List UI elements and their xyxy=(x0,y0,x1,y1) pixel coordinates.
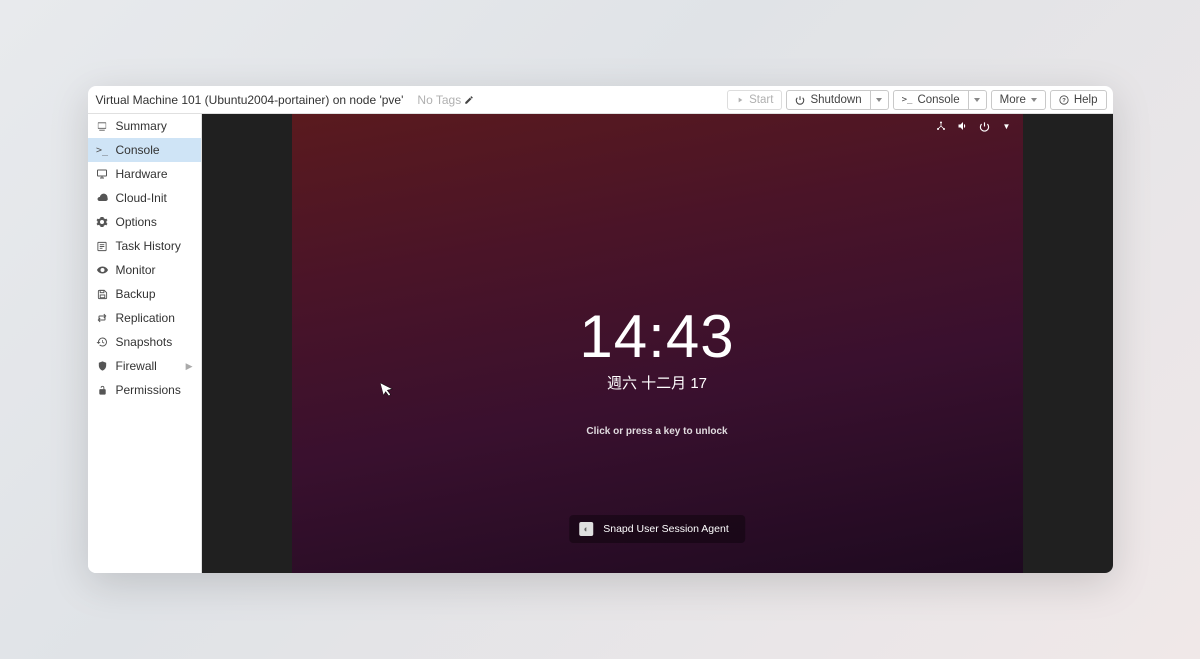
chevron-right-icon: ▶ xyxy=(186,361,193,372)
sidebar-item-hardware[interactable]: Hardware xyxy=(88,162,201,186)
start-button[interactable]: Start xyxy=(727,90,782,110)
vm-console-screen[interactable]: ▼ 14:43 週六 十二月 17 Click or press a key t… xyxy=(292,114,1023,573)
sidebar-item-console[interactable]: >_ Console xyxy=(88,138,201,162)
console-caret[interactable] xyxy=(969,90,987,110)
sidebar-item-firewall[interactable]: Firewall ▶ xyxy=(88,354,201,378)
pencil-icon xyxy=(464,95,474,105)
eye-icon xyxy=(96,264,109,276)
lock-screen-hint: Click or press a key to unlock xyxy=(586,426,727,437)
console-margin-left xyxy=(202,114,292,573)
chevron-down-icon xyxy=(876,98,882,102)
help-icon: ? xyxy=(1059,95,1069,105)
gear-icon xyxy=(96,216,109,228)
list-icon xyxy=(96,241,109,252)
chevron-down-icon xyxy=(1031,98,1037,102)
page-title: Virtual Machine 101 (Ubuntu2004-portaine… xyxy=(96,93,404,107)
history-icon xyxy=(96,336,109,348)
monitor-icon xyxy=(96,168,109,180)
tags-area[interactable]: No Tags xyxy=(417,93,474,107)
lock-screen-time: 14:43 xyxy=(579,302,734,371)
header: Virtual Machine 101 (Ubuntu2004-portaine… xyxy=(88,86,1113,114)
shield-icon xyxy=(96,360,109,372)
sidebar-item-snapshots[interactable]: Snapshots xyxy=(88,330,201,354)
console-button[interactable]: >_ Console xyxy=(893,90,969,110)
cloud-icon xyxy=(96,192,109,204)
svg-text:?: ? xyxy=(1062,98,1066,104)
sidebar-item-cloud-init[interactable]: Cloud-Init xyxy=(88,186,201,210)
volume-icon[interactable] xyxy=(957,120,969,132)
more-button[interactable]: More xyxy=(991,90,1046,110)
lock-screen-date: 週六 十二月 17 xyxy=(607,372,707,393)
summary-icon xyxy=(96,121,109,132)
tags-label: No Tags xyxy=(417,93,461,107)
save-icon xyxy=(96,289,109,300)
sidebar-item-permissions[interactable]: Permissions xyxy=(88,378,201,402)
unlock-icon xyxy=(96,384,109,396)
vm-topbar: ▼ xyxy=(935,120,1013,132)
power-icon[interactable] xyxy=(979,120,991,132)
console-button-group: >_ Console xyxy=(893,90,987,110)
menu-caret-icon[interactable]: ▼ xyxy=(1001,120,1013,132)
shutdown-button[interactable]: Shutdown xyxy=(786,90,870,110)
lock-screen-notification[interactable]: ◐ Snapd User Session Agent xyxy=(569,515,745,543)
body: Summary >_ Console Hardware Cloud-Init O… xyxy=(88,114,1113,573)
sidebar-item-backup[interactable]: Backup xyxy=(88,282,201,306)
network-icon[interactable] xyxy=(935,120,947,132)
chevron-down-icon xyxy=(974,98,980,102)
shutdown-caret[interactable] xyxy=(871,90,889,110)
content-area: ▶ ▼ 14:43 週六 十二月 17 Click or press a key… xyxy=(202,114,1113,573)
sync-icon xyxy=(96,312,109,324)
notification-app-icon: ◐ xyxy=(579,522,593,536)
power-icon xyxy=(795,95,805,105)
shutdown-button-group: Shutdown xyxy=(786,90,888,110)
sidebar-item-task-history[interactable]: Task History xyxy=(88,234,201,258)
sidebar-item-monitor[interactable]: Monitor xyxy=(88,258,201,282)
cursor-icon xyxy=(380,380,396,399)
sidebar-item-options[interactable]: Options xyxy=(88,210,201,234)
sidebar-item-summary[interactable]: Summary xyxy=(88,114,201,138)
sidebar: Summary >_ Console Hardware Cloud-Init O… xyxy=(88,114,202,573)
terminal-icon: >_ xyxy=(902,95,913,105)
sidebar-item-replication[interactable]: Replication xyxy=(88,306,201,330)
help-button[interactable]: ? Help xyxy=(1050,90,1107,110)
terminal-icon: >_ xyxy=(96,145,109,156)
vm-window: Virtual Machine 101 (Ubuntu2004-portaine… xyxy=(88,86,1113,573)
play-icon xyxy=(736,96,744,104)
